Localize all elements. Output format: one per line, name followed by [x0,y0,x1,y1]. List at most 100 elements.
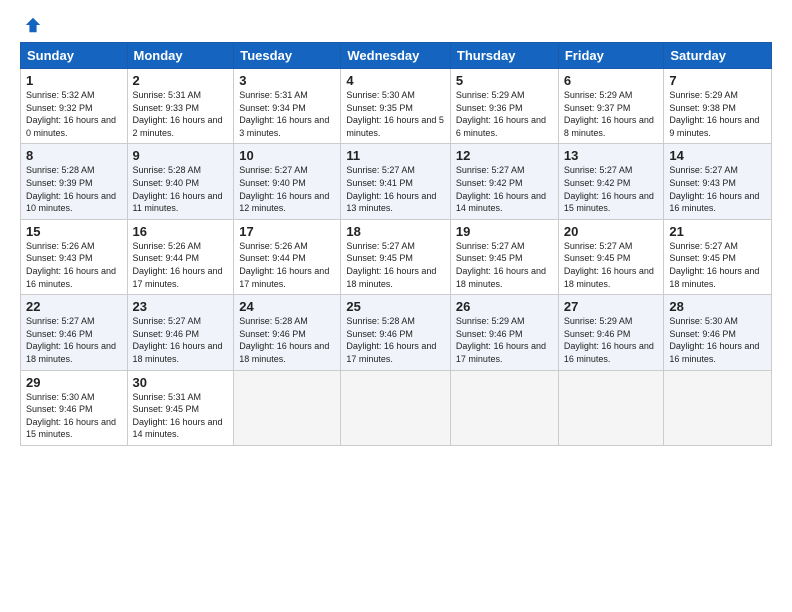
day-number: 6 [564,73,659,88]
calendar-cell: 1 Sunrise: 5:32 AMSunset: 9:32 PMDayligh… [21,69,128,144]
day-number: 15 [26,224,122,239]
cell-info: Sunrise: 5:28 AMSunset: 9:46 PMDaylight:… [239,316,329,364]
logo [20,16,42,34]
day-number: 28 [669,299,766,314]
day-number: 21 [669,224,766,239]
day-number: 19 [456,224,553,239]
cell-info: Sunrise: 5:29 AMSunset: 9:46 PMDaylight:… [564,316,654,364]
cell-info: Sunrise: 5:27 AMSunset: 9:42 PMDaylight:… [564,165,654,213]
cell-info: Sunrise: 5:27 AMSunset: 9:42 PMDaylight:… [456,165,546,213]
cell-info: Sunrise: 5:27 AMSunset: 9:45 PMDaylight:… [346,241,436,289]
cell-info: Sunrise: 5:27 AMSunset: 9:40 PMDaylight:… [239,165,329,213]
cell-info: Sunrise: 5:29 AMSunset: 9:38 PMDaylight:… [669,90,759,138]
calendar-cell: 11 Sunrise: 5:27 AMSunset: 9:41 PMDaylig… [341,144,451,219]
calendar-cell: 3 Sunrise: 5:31 AMSunset: 9:34 PMDayligh… [234,69,341,144]
cell-info: Sunrise: 5:26 AMSunset: 9:44 PMDaylight:… [133,241,223,289]
cell-info: Sunrise: 5:27 AMSunset: 9:45 PMDaylight:… [669,241,759,289]
calendar-cell: 12 Sunrise: 5:27 AMSunset: 9:42 PMDaylig… [450,144,558,219]
day-number: 27 [564,299,659,314]
cell-info: Sunrise: 5:26 AMSunset: 9:44 PMDaylight:… [239,241,329,289]
calendar-cell [341,370,451,445]
cell-info: Sunrise: 5:27 AMSunset: 9:46 PMDaylight:… [133,316,223,364]
header-monday: Monday [127,43,234,69]
day-number: 13 [564,148,659,163]
cell-info: Sunrise: 5:27 AMSunset: 9:45 PMDaylight:… [564,241,654,289]
calendar-cell [664,370,772,445]
calendar-cell: 28 Sunrise: 5:30 AMSunset: 9:46 PMDaylig… [664,295,772,370]
day-number: 16 [133,224,229,239]
header-sunday: Sunday [21,43,128,69]
cell-info: Sunrise: 5:27 AMSunset: 9:43 PMDaylight:… [669,165,759,213]
cell-info: Sunrise: 5:30 AMSunset: 9:46 PMDaylight:… [669,316,759,364]
day-number: 10 [239,148,335,163]
cell-info: Sunrise: 5:26 AMSunset: 9:43 PMDaylight:… [26,241,116,289]
page: SundayMondayTuesdayWednesdayThursdayFrid… [0,0,792,612]
calendar-cell: 15 Sunrise: 5:26 AMSunset: 9:43 PMDaylig… [21,219,128,294]
calendar-cell: 21 Sunrise: 5:27 AMSunset: 9:45 PMDaylig… [664,219,772,294]
calendar-cell: 14 Sunrise: 5:27 AMSunset: 9:43 PMDaylig… [664,144,772,219]
calendar-cell: 20 Sunrise: 5:27 AMSunset: 9:45 PMDaylig… [558,219,664,294]
logo-icon [24,16,42,34]
day-number: 1 [26,73,122,88]
day-number: 11 [346,148,445,163]
day-number: 12 [456,148,553,163]
day-number: 9 [133,148,229,163]
calendar-cell: 6 Sunrise: 5:29 AMSunset: 9:37 PMDayligh… [558,69,664,144]
calendar-cell: 24 Sunrise: 5:28 AMSunset: 9:46 PMDaylig… [234,295,341,370]
cell-info: Sunrise: 5:32 AMSunset: 9:32 PMDaylight:… [26,90,116,138]
cell-info: Sunrise: 5:27 AMSunset: 9:41 PMDaylight:… [346,165,436,213]
header-tuesday: Tuesday [234,43,341,69]
calendar-cell: 8 Sunrise: 5:28 AMSunset: 9:39 PMDayligh… [21,144,128,219]
calendar-cell: 18 Sunrise: 5:27 AMSunset: 9:45 PMDaylig… [341,219,451,294]
calendar-cell: 27 Sunrise: 5:29 AMSunset: 9:46 PMDaylig… [558,295,664,370]
week-row-5: 29 Sunrise: 5:30 AMSunset: 9:46 PMDaylig… [21,370,772,445]
cell-info: Sunrise: 5:31 AMSunset: 9:45 PMDaylight:… [133,392,223,440]
day-number: 17 [239,224,335,239]
cell-info: Sunrise: 5:29 AMSunset: 9:36 PMDaylight:… [456,90,546,138]
cell-info: Sunrise: 5:31 AMSunset: 9:34 PMDaylight:… [239,90,329,138]
calendar-cell: 7 Sunrise: 5:29 AMSunset: 9:38 PMDayligh… [664,69,772,144]
calendar-cell: 5 Sunrise: 5:29 AMSunset: 9:36 PMDayligh… [450,69,558,144]
cell-info: Sunrise: 5:28 AMSunset: 9:46 PMDaylight:… [346,316,436,364]
header-thursday: Thursday [450,43,558,69]
calendar-cell: 29 Sunrise: 5:30 AMSunset: 9:46 PMDaylig… [21,370,128,445]
calendar-cell [450,370,558,445]
calendar-cell: 9 Sunrise: 5:28 AMSunset: 9:40 PMDayligh… [127,144,234,219]
cell-info: Sunrise: 5:27 AMSunset: 9:45 PMDaylight:… [456,241,546,289]
day-number: 29 [26,375,122,390]
day-number: 8 [26,148,122,163]
calendar-cell: 22 Sunrise: 5:27 AMSunset: 9:46 PMDaylig… [21,295,128,370]
day-number: 7 [669,73,766,88]
day-number: 30 [133,375,229,390]
day-number: 5 [456,73,553,88]
calendar-cell [234,370,341,445]
calendar-table: SundayMondayTuesdayWednesdayThursdayFrid… [20,42,772,446]
calendar-cell [558,370,664,445]
calendar-cell: 4 Sunrise: 5:30 AMSunset: 9:35 PMDayligh… [341,69,451,144]
day-number: 2 [133,73,229,88]
calendar-cell: 2 Sunrise: 5:31 AMSunset: 9:33 PMDayligh… [127,69,234,144]
day-number: 24 [239,299,335,314]
cell-info: Sunrise: 5:28 AMSunset: 9:39 PMDaylight:… [26,165,116,213]
day-number: 4 [346,73,445,88]
day-number: 25 [346,299,445,314]
day-number: 3 [239,73,335,88]
calendar-header-row: SundayMondayTuesdayWednesdayThursdayFrid… [21,43,772,69]
header [20,16,772,34]
day-number: 14 [669,148,766,163]
cell-info: Sunrise: 5:29 AMSunset: 9:37 PMDaylight:… [564,90,654,138]
cell-info: Sunrise: 5:29 AMSunset: 9:46 PMDaylight:… [456,316,546,364]
day-number: 26 [456,299,553,314]
calendar-cell: 30 Sunrise: 5:31 AMSunset: 9:45 PMDaylig… [127,370,234,445]
calendar-cell: 13 Sunrise: 5:27 AMSunset: 9:42 PMDaylig… [558,144,664,219]
calendar-cell: 23 Sunrise: 5:27 AMSunset: 9:46 PMDaylig… [127,295,234,370]
cell-info: Sunrise: 5:30 AMSunset: 9:46 PMDaylight:… [26,392,116,440]
calendar-cell: 16 Sunrise: 5:26 AMSunset: 9:44 PMDaylig… [127,219,234,294]
calendar-cell: 19 Sunrise: 5:27 AMSunset: 9:45 PMDaylig… [450,219,558,294]
calendar-cell: 17 Sunrise: 5:26 AMSunset: 9:44 PMDaylig… [234,219,341,294]
week-row-2: 8 Sunrise: 5:28 AMSunset: 9:39 PMDayligh… [21,144,772,219]
cell-info: Sunrise: 5:28 AMSunset: 9:40 PMDaylight:… [133,165,223,213]
day-number: 18 [346,224,445,239]
cell-info: Sunrise: 5:31 AMSunset: 9:33 PMDaylight:… [133,90,223,138]
day-number: 22 [26,299,122,314]
